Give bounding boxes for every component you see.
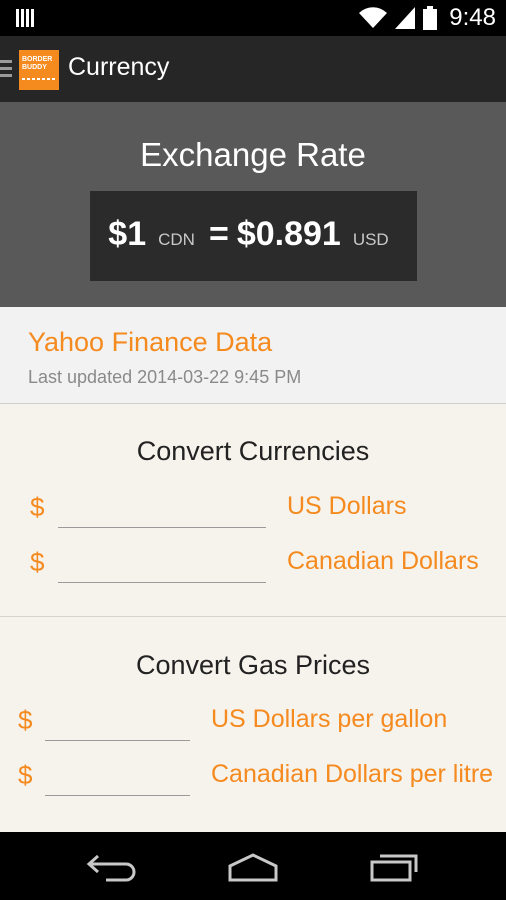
- us-gallon-row: $ US Dollars per gallon: [0, 705, 506, 745]
- back-icon[interactable]: [86, 852, 138, 882]
- navigation-bar: [0, 832, 506, 900]
- canadian-litre-row: $ Canadian Dollars per litre: [0, 760, 506, 800]
- data-source[interactable]: Yahoo Finance Data Last updated 2014-03-…: [0, 307, 506, 404]
- exchange-rate-heading: Exchange Rate: [140, 136, 366, 173]
- logo-text: BORDER BUDDY: [22, 56, 53, 71]
- source-name: Yahoo Finance Data: [28, 327, 273, 357]
- us-gallon-input[interactable]: [45, 705, 190, 741]
- from-amount: $1: [108, 215, 147, 253]
- to-amount: $0.891: [236, 215, 341, 253]
- us-dollars-row: $ US Dollars: [0, 492, 506, 532]
- notification-icon: [16, 9, 34, 27]
- us-dollars-label: US Dollars: [287, 492, 407, 520]
- dollar-sign: $: [18, 760, 33, 790]
- dollar-sign: $: [30, 492, 45, 522]
- recent-apps-icon[interactable]: [368, 852, 420, 882]
- convert-gas-section: Convert Gas Prices $ US Dollars per gall…: [0, 617, 506, 832]
- to-unit: USD: [352, 230, 389, 249]
- equals-sign: =: [208, 215, 229, 253]
- exchange-rate-box: $1 CDN = $0.891 USD: [90, 191, 417, 281]
- dollar-sign: $: [18, 705, 33, 735]
- page-title: Currency: [68, 53, 170, 81]
- last-updated: Last updated 2014-03-22 9:45 PM: [28, 367, 302, 387]
- canadian-dollars-row: $ Canadian Dollars: [0, 547, 506, 587]
- action-bar: BORDER BUDDY Currency: [0, 36, 506, 102]
- from-unit: CDN: [158, 230, 195, 249]
- home-icon[interactable]: [227, 852, 279, 882]
- us-dollars-input[interactable]: [58, 492, 266, 528]
- us-gallon-label: US Dollars per gallon: [211, 705, 448, 733]
- status-bar: 9:48: [0, 0, 506, 36]
- canadian-litre-input[interactable]: [45, 760, 190, 796]
- canadian-dollars-label: Canadian Dollars: [287, 547, 479, 575]
- convert-currencies-heading: Convert Currencies: [136, 436, 370, 466]
- battery-icon: [423, 6, 438, 30]
- convert-gas-heading: Convert Gas Prices: [135, 650, 371, 680]
- canadian-dollars-input[interactable]: [58, 547, 266, 583]
- dollar-sign: $: [30, 547, 45, 577]
- app-logo[interactable]: BORDER BUDDY: [19, 50, 59, 90]
- signal-icon: [395, 7, 416, 29]
- canadian-litre-label: Canadian Dollars per litre: [211, 760, 494, 788]
- menu-icon[interactable]: [0, 58, 14, 80]
- exchange-rate-panel: Exchange Rate $1 CDN = $0.891 USD: [0, 102, 506, 307]
- status-time: 9:48: [449, 4, 496, 31]
- wifi-icon: [359, 7, 388, 29]
- convert-currencies-section: Convert Currencies $ US Dollars $ Canadi…: [0, 404, 506, 617]
